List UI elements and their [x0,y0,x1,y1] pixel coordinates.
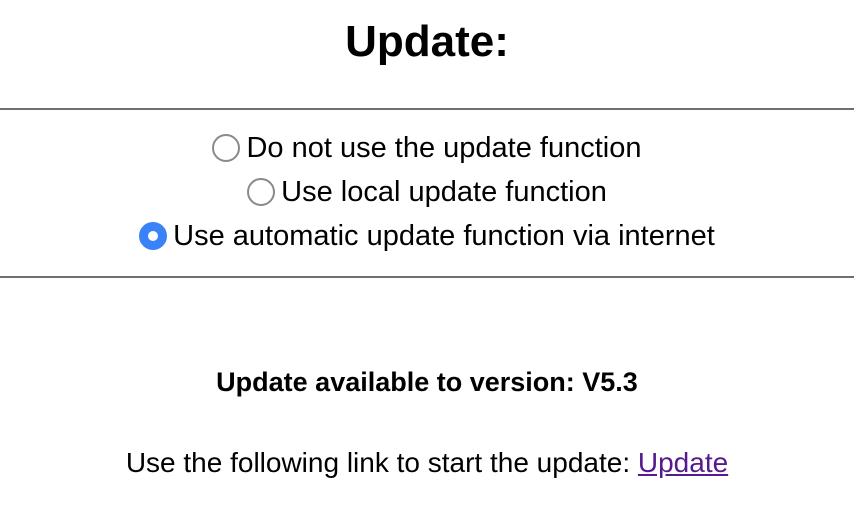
update-link[interactable]: Update [638,447,728,478]
radio-button-automatic-update[interactable] [139,222,168,250]
radio-option-local-update[interactable]: Use local update function [247,170,607,214]
radio-option-automatic-update[interactable]: Use automatic update function via intern… [139,214,715,258]
radio-label-no-update: Do not use the update function [246,131,642,164]
radio-label-automatic-update: Use automatic update function via intern… [173,219,715,252]
radio-label-local-update: Use local update function [281,175,607,208]
update-link-line: Use the following link to start the upda… [0,444,854,482]
update-link-prompt: Use the following link to start the upda… [125,447,638,478]
radio-button-no-update[interactable] [212,134,241,162]
update-mode-radio-group: Do not use the update function Use local… [0,126,854,258]
radio-option-no-update[interactable]: Do not use the update function [212,126,642,170]
update-available-text: Update available to version: V5.3 [216,367,638,397]
page-title: Update: [345,17,509,66]
radio-button-local-update[interactable] [247,178,276,206]
top-divider [0,108,854,110]
bottom-divider [0,276,854,278]
